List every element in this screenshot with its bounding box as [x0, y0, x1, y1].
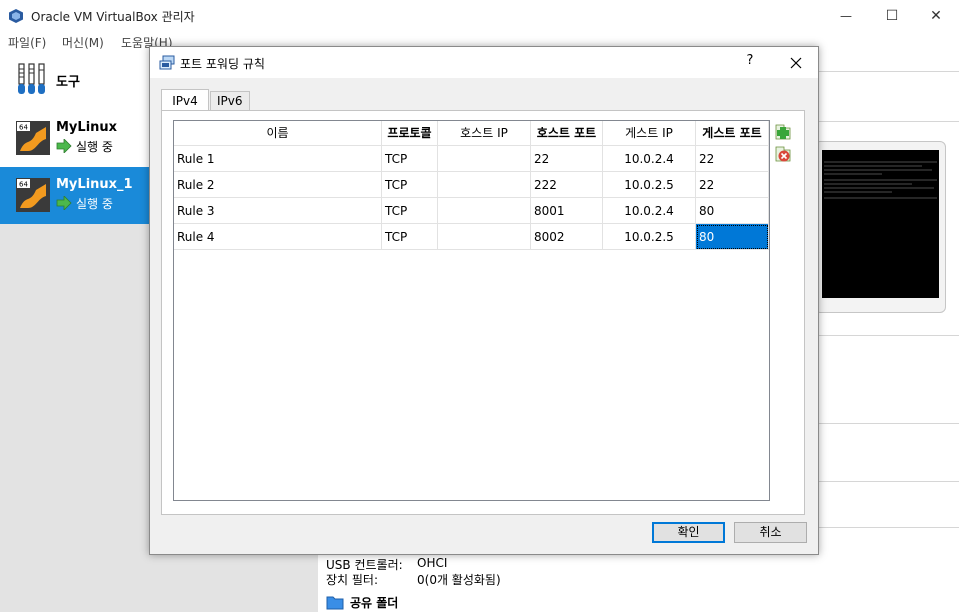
table-cell-protocol[interactable]: TCP: [382, 172, 438, 198]
table-cell-guest-port[interactable]: 22: [696, 146, 769, 172]
menu-machine[interactable]: 머신(M): [62, 34, 104, 51]
table-cell-name[interactable]: Rule 2: [174, 172, 382, 198]
table-cell-host-port[interactable]: 8002: [531, 224, 603, 250]
remove-rule-icon[interactable]: [774, 145, 792, 163]
column-header-protocol[interactable]: 프로토콜: [382, 121, 438, 146]
table-cell-host-ip[interactable]: [438, 198, 531, 224]
shared-folders-label[interactable]: 공유 폴더: [350, 594, 398, 611]
running-arrow-icon: [56, 196, 72, 210]
maximize-icon: ☐: [885, 7, 899, 24]
vm-name: MyLinux: [56, 120, 118, 135]
usb-controller-value: OHCI: [417, 556, 448, 570]
tools-label: 도구: [56, 75, 80, 90]
minimize-button[interactable]: —: [823, 0, 869, 31]
tab-ipv6[interactable]: IPv6: [210, 91, 250, 110]
column-header-host-port[interactable]: 호스트 포트: [531, 121, 603, 146]
close-icon: [790, 57, 802, 69]
add-rule-icon[interactable]: [774, 123, 792, 141]
folder-icon: [326, 596, 344, 610]
table-cell-guest-ip[interactable]: 10.0.2.5: [603, 172, 696, 198]
dialog-titlebar: 포트 포워딩 규칙 ?: [150, 47, 818, 78]
table-cell-host-ip[interactable]: [438, 224, 531, 250]
table-cell-name[interactable]: Rule 3: [174, 198, 382, 224]
vm-badge: 64: [19, 181, 28, 189]
table-cell-host-port[interactable]: 222: [531, 172, 603, 198]
table-cell-guest-port[interactable]: 22: [696, 172, 769, 198]
ipv4-tab-panel: 이름 프로토콜 호스트 IP 호스트 포트 게스트 IP 게스트 포트 Rule…: [161, 110, 805, 515]
column-header-guest-port[interactable]: 게스트 포트: [696, 121, 769, 146]
running-arrow-icon: [56, 139, 72, 153]
console-text-icon: [824, 161, 937, 199]
linux-vm-icon: 64: [16, 178, 50, 212]
close-window-button[interactable]: ✕: [913, 0, 959, 31]
tab-ipv4[interactable]: IPv4: [161, 89, 209, 111]
vm-preview-screen: [822, 150, 939, 298]
port-forwarding-rules-table: 이름 프로토콜 호스트 IP 호스트 포트 게스트 IP 게스트 포트 Rule…: [173, 120, 770, 501]
table-cell-guest-ip[interactable]: 10.0.2.5: [603, 224, 696, 250]
table-cell-protocol[interactable]: TCP: [382, 146, 438, 172]
close-icon: ✕: [930, 7, 942, 24]
tools-icon: [18, 63, 45, 94]
window-titlebar: Oracle VM VirtualBox 관리자 — ☐ ✕: [0, 0, 959, 31]
table-cell-host-port[interactable]: 22: [531, 146, 603, 172]
table-cell-name[interactable]: Rule 1: [174, 146, 382, 172]
column-header-host-ip[interactable]: 호스트 IP: [438, 121, 531, 146]
table-cell-guest-ip[interactable]: 10.0.2.4: [603, 146, 696, 172]
cancel-button[interactable]: 취소: [734, 522, 807, 543]
column-header-guest-ip[interactable]: 게스트 IP: [603, 121, 696, 146]
ok-button[interactable]: 확인: [652, 522, 725, 543]
vm-state: 실행 중: [76, 140, 113, 154]
table-cell-name[interactable]: Rule 4: [174, 224, 382, 250]
column-header-name[interactable]: 이름: [174, 121, 382, 146]
dialog-title: 포트 포워딩 규칙: [180, 57, 265, 71]
maximize-button[interactable]: ☐: [869, 0, 915, 31]
table-cell-host-port[interactable]: 8001: [531, 198, 603, 224]
table-cell-host-ip[interactable]: [438, 146, 531, 172]
help-button[interactable]: ?: [740, 53, 760, 68]
window-title: Oracle VM VirtualBox 관리자: [31, 10, 195, 24]
minimize-icon: —: [840, 8, 852, 23]
vm-state: 실행 중: [76, 197, 113, 211]
table-cell-protocol[interactable]: TCP: [382, 198, 438, 224]
table-cell-guest-port-selected[interactable]: 80: [696, 224, 769, 250]
virtualbox-logo-icon: [9, 9, 23, 23]
vm-preview: [814, 141, 946, 313]
menu-file[interactable]: 파일(F): [8, 34, 46, 51]
dialog-close-button[interactable]: [784, 51, 808, 75]
vm-name: MyLinux_1: [56, 177, 133, 192]
network-icon: [159, 55, 175, 70]
port-forwarding-dialog: 포트 포워딩 규칙 ? IPv6 IPv4 이름 프로토콜 호스트 IP 호스트…: [149, 46, 819, 555]
vm-badge: 64: [19, 124, 28, 132]
table-cell-guest-port[interactable]: 80: [696, 198, 769, 224]
linux-vm-icon: 64: [16, 121, 50, 155]
device-filter-value: 0(0개 활성화됨): [417, 573, 501, 587]
device-filter-label: 장치 필터:: [326, 573, 379, 587]
table-cell-host-ip[interactable]: [438, 172, 531, 198]
table-cell-guest-ip[interactable]: 10.0.2.4: [603, 198, 696, 224]
table-cell-protocol[interactable]: TCP: [382, 224, 438, 250]
